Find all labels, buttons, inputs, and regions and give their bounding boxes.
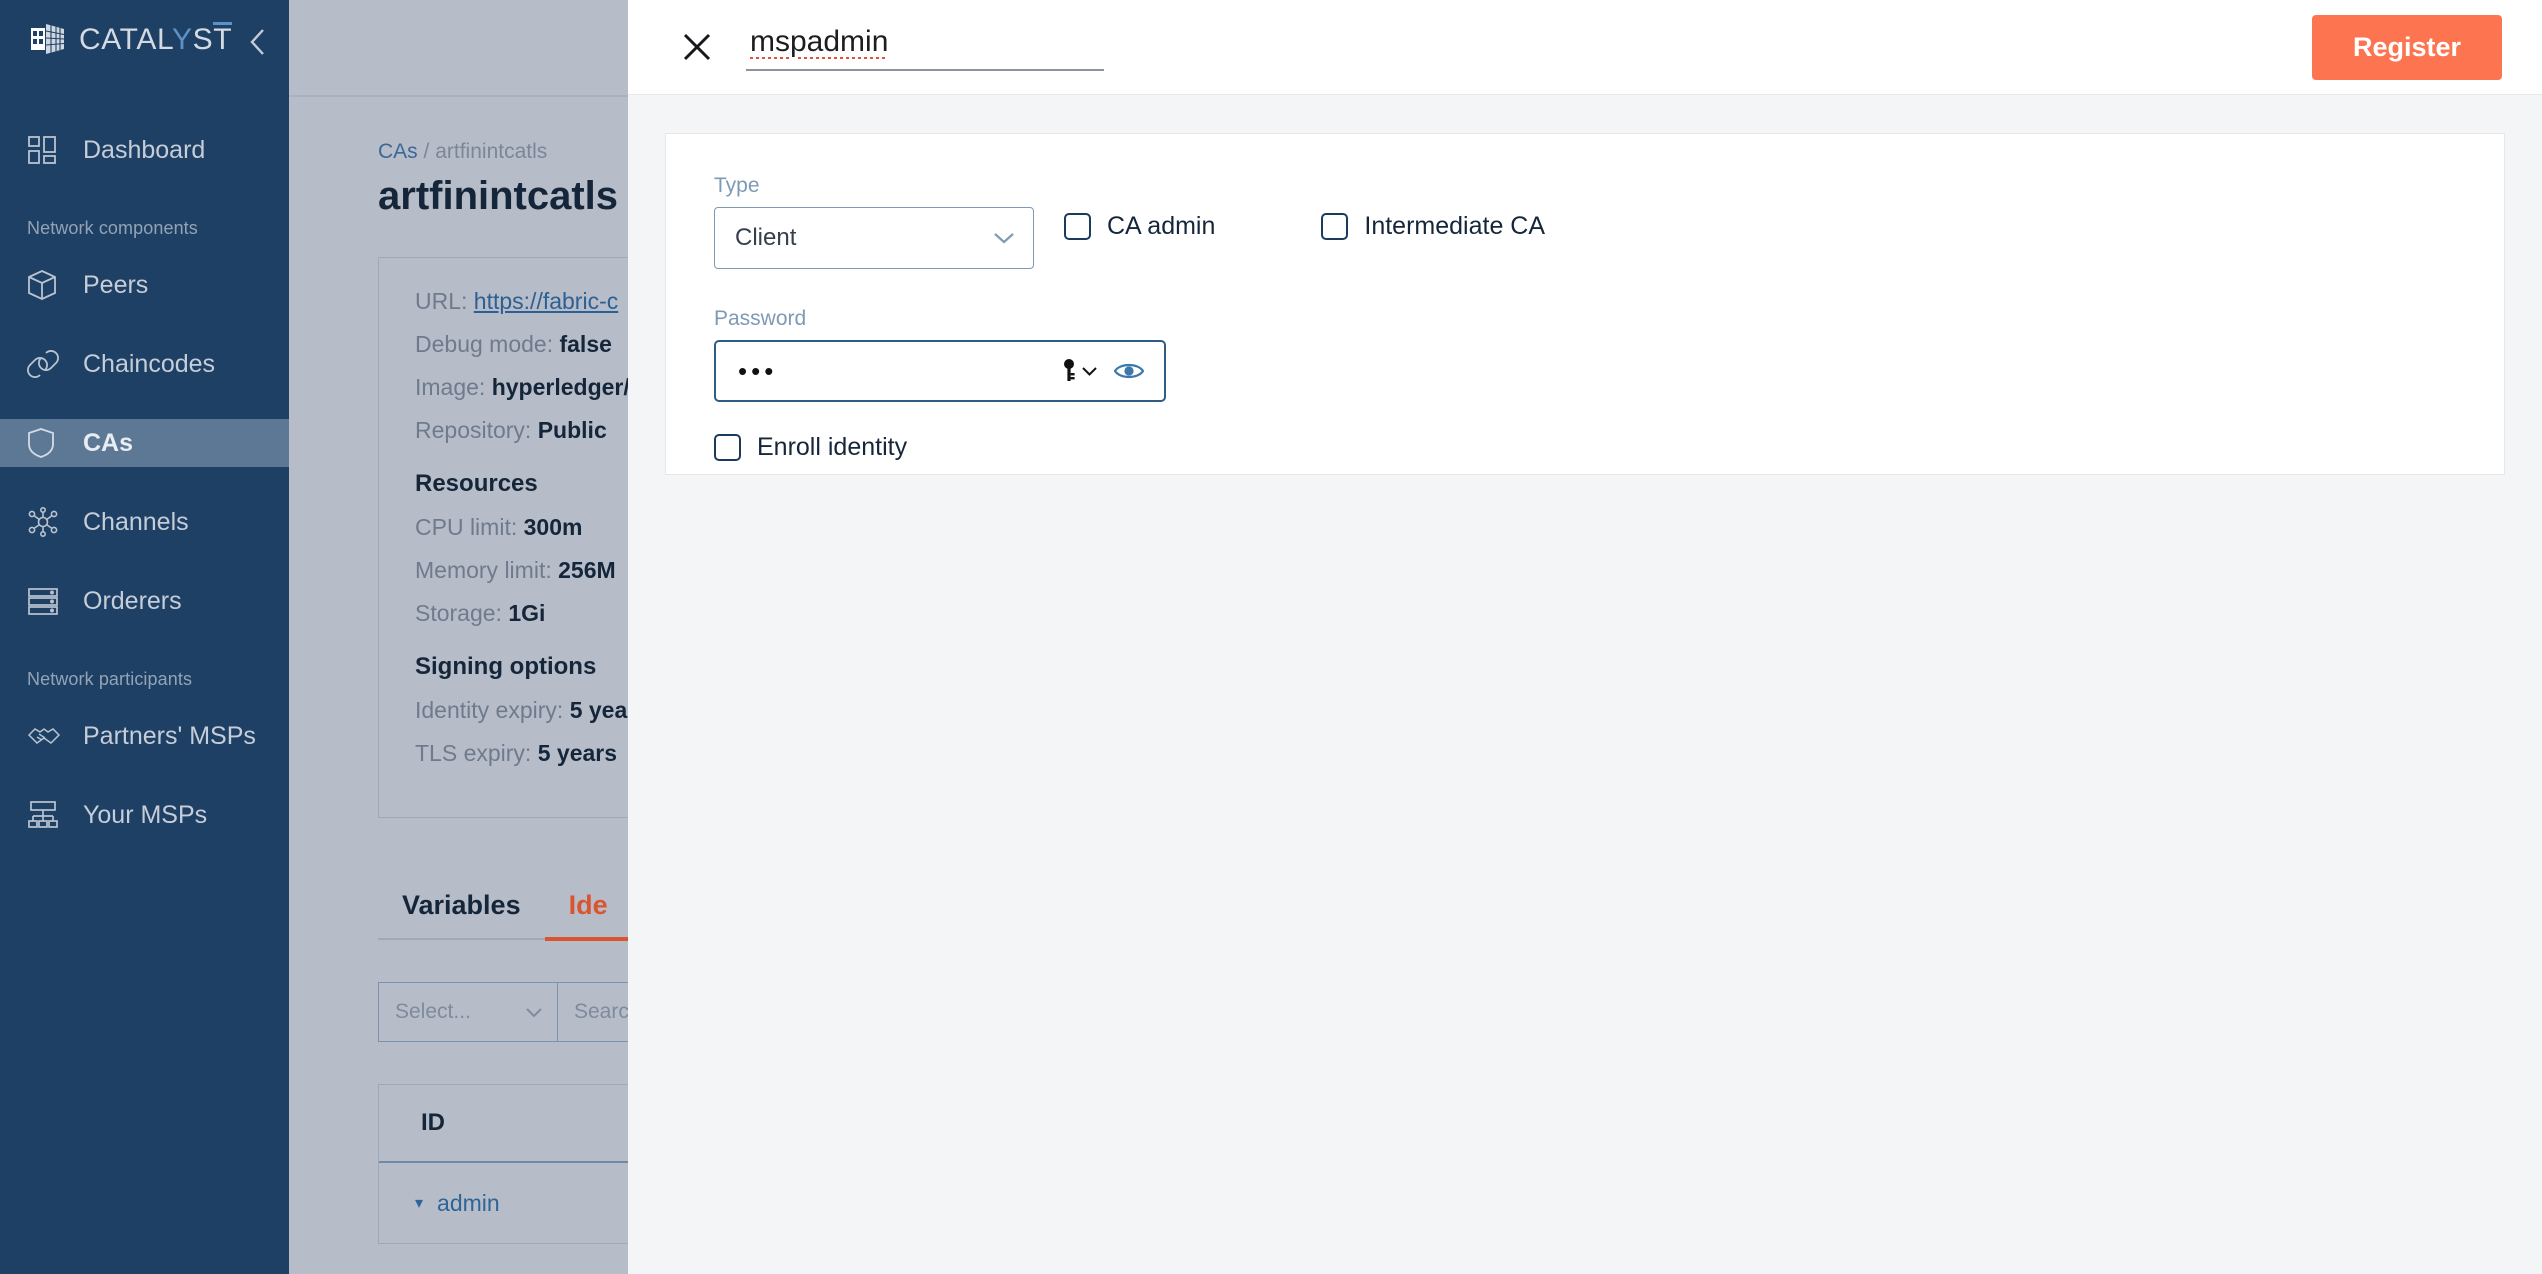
chevron-left-icon[interactable] — [243, 27, 273, 57]
breadcrumb-cas-link[interactable]: CAs — [378, 140, 418, 163]
intermediate-ca-checkbox[interactable]: Intermediate CA — [1321, 212, 1545, 241]
key-icon[interactable] — [1062, 358, 1098, 384]
info-memory-label: Memory limit: — [415, 557, 552, 583]
password-masked-value: ••• — [738, 356, 778, 386]
type-select-value: Client — [735, 224, 797, 251]
info-debug-label: Debug mode: — [415, 331, 554, 357]
shield-icon — [27, 426, 67, 460]
brand-name: CATALYST — [79, 21, 233, 56]
sidebar-item-label: Chaincodes — [83, 349, 216, 378]
identity-name-input[interactable] — [746, 23, 1104, 71]
sidebar-item-dashboard[interactable]: Dashboard — [0, 126, 289, 174]
dashboard-grid-icon — [27, 133, 67, 167]
eye-icon[interactable] — [1114, 361, 1144, 381]
info-repository-value: Public — [537, 417, 607, 443]
chevron-down-icon — [994, 232, 1014, 243]
info-url-label: URL: — [415, 288, 468, 314]
password-field-icons — [1062, 358, 1144, 384]
sidebar-item-label: Your MSPs — [83, 800, 208, 829]
modal-header: Register — [628, 0, 2542, 95]
sidebar-item-peers[interactable]: Peers — [0, 261, 289, 309]
sidebar-item-label: Partners' MSPs — [83, 721, 256, 750]
sidebar-item-label: Channels — [83, 507, 189, 536]
info-image-value: hyperledger/ — [491, 374, 630, 400]
password-label: Password — [714, 307, 807, 330]
sidebar-item-your-msps[interactable]: Your MSPs — [0, 791, 289, 839]
type-filter-value: Select... — [395, 1000, 471, 1023]
info-tls-expiry-value: 5 years — [537, 740, 618, 766]
server-stack-icon — [27, 584, 67, 618]
sidebar-item-cas[interactable]: CAs — [0, 419, 289, 467]
info-identity-expiry-value: 5 yea — [569, 697, 628, 723]
close-x-icon[interactable] — [676, 26, 718, 68]
type-field-group: Type Client — [714, 174, 1034, 269]
sidebar-item-label: Peers — [83, 270, 149, 299]
expand-caret-icon[interactable]: ▾ — [415, 1193, 423, 1213]
type-and-flags-row: Type Client CA admin Intermediate CA — [714, 174, 2456, 269]
enroll-identity-checkbox[interactable]: Enroll identity — [714, 433, 2456, 462]
chevron-down-icon — [1082, 366, 1097, 376]
sidebar-item-label: Dashboard — [83, 135, 206, 164]
checkbox-box — [1321, 213, 1349, 240]
sidebar-section-network-participants: Network participants — [27, 669, 193, 689]
org-chart-icon — [27, 798, 67, 832]
cube-grid-icon — [30, 22, 66, 56]
info-cpu-value: 300m — [523, 514, 583, 540]
info-cpu-label: CPU limit: — [415, 514, 518, 540]
info-url-link[interactable]: https://fabric-c — [474, 288, 618, 314]
info-debug-value: false — [559, 331, 612, 357]
sidebar-section-network-components: Network components — [27, 218, 198, 238]
type-select[interactable]: Client — [714, 207, 1034, 269]
ca-admin-checkbox[interactable]: CA admin — [1064, 212, 1215, 241]
sidebar-item-label: CAs — [83, 428, 134, 457]
breadcrumb-current: artfinintcatls — [435, 140, 548, 163]
link-chain-icon — [27, 347, 67, 381]
checkbox-box — [1064, 213, 1091, 240]
handshake-icon — [27, 719, 67, 753]
info-storage-label: Storage: — [415, 600, 502, 626]
table-cell-id: admin — [437, 1189, 500, 1216]
sidebar-item-partners-msps[interactable]: Partners' MSPs — [0, 712, 289, 760]
type-filter-select[interactable]: Select... — [378, 982, 558, 1042]
network-nodes-icon — [27, 505, 67, 539]
sidebar-item-channels[interactable]: Channels — [0, 498, 289, 546]
info-memory-value: 256M — [558, 557, 616, 583]
search-placeholder: Searc — [574, 1000, 629, 1023]
sidebar-item-label: Orderers — [83, 586, 182, 615]
enroll-identity-label: Enroll identity — [757, 433, 908, 461]
info-identity-expiry-label: Identity expiry: — [415, 697, 564, 723]
register-button[interactable]: Register — [2311, 14, 2502, 80]
chevron-down-icon — [526, 1007, 542, 1017]
type-label: Type — [714, 174, 760, 197]
info-repository-label: Repository: — [415, 417, 532, 443]
password-field-group: Password ••• — [714, 307, 2456, 402]
sidebar: CATALYST Dashboard Network components Pe… — [0, 0, 289, 1274]
tab-variables[interactable]: Variables — [378, 890, 545, 938]
flag-checkboxes: CA admin Intermediate CA — [1064, 212, 1545, 241]
password-input[interactable]: ••• — [714, 340, 1166, 402]
register-form-card: Type Client CA admin Intermediate CA Pas… — [665, 133, 2505, 475]
register-identity-modal: Register Type Client — [628, 0, 2542, 1274]
checkbox-box — [714, 434, 741, 461]
intermediate-ca-label: Intermediate CA — [1364, 212, 1546, 240]
modal-body: Type Client CA admin Intermediate CA Pas… — [628, 95, 2542, 475]
breadcrumb-separator: / — [423, 140, 430, 163]
ca-admin-label: CA admin — [1107, 212, 1216, 240]
sidebar-item-chaincodes[interactable]: Chaincodes — [0, 340, 289, 388]
info-image-label: Image: — [415, 374, 486, 400]
info-tls-expiry-label: TLS expiry: — [415, 740, 532, 766]
identity-name-field-wrapper — [746, 23, 1104, 71]
app-root: CATALYST Dashboard Network components Pe… — [0, 0, 2542, 1274]
info-storage-value: 1Gi — [508, 600, 546, 626]
cube-icon — [27, 268, 67, 302]
tab-identities[interactable]: Ide — [544, 890, 632, 941]
sidebar-item-orderers[interactable]: Orderers — [0, 577, 289, 625]
